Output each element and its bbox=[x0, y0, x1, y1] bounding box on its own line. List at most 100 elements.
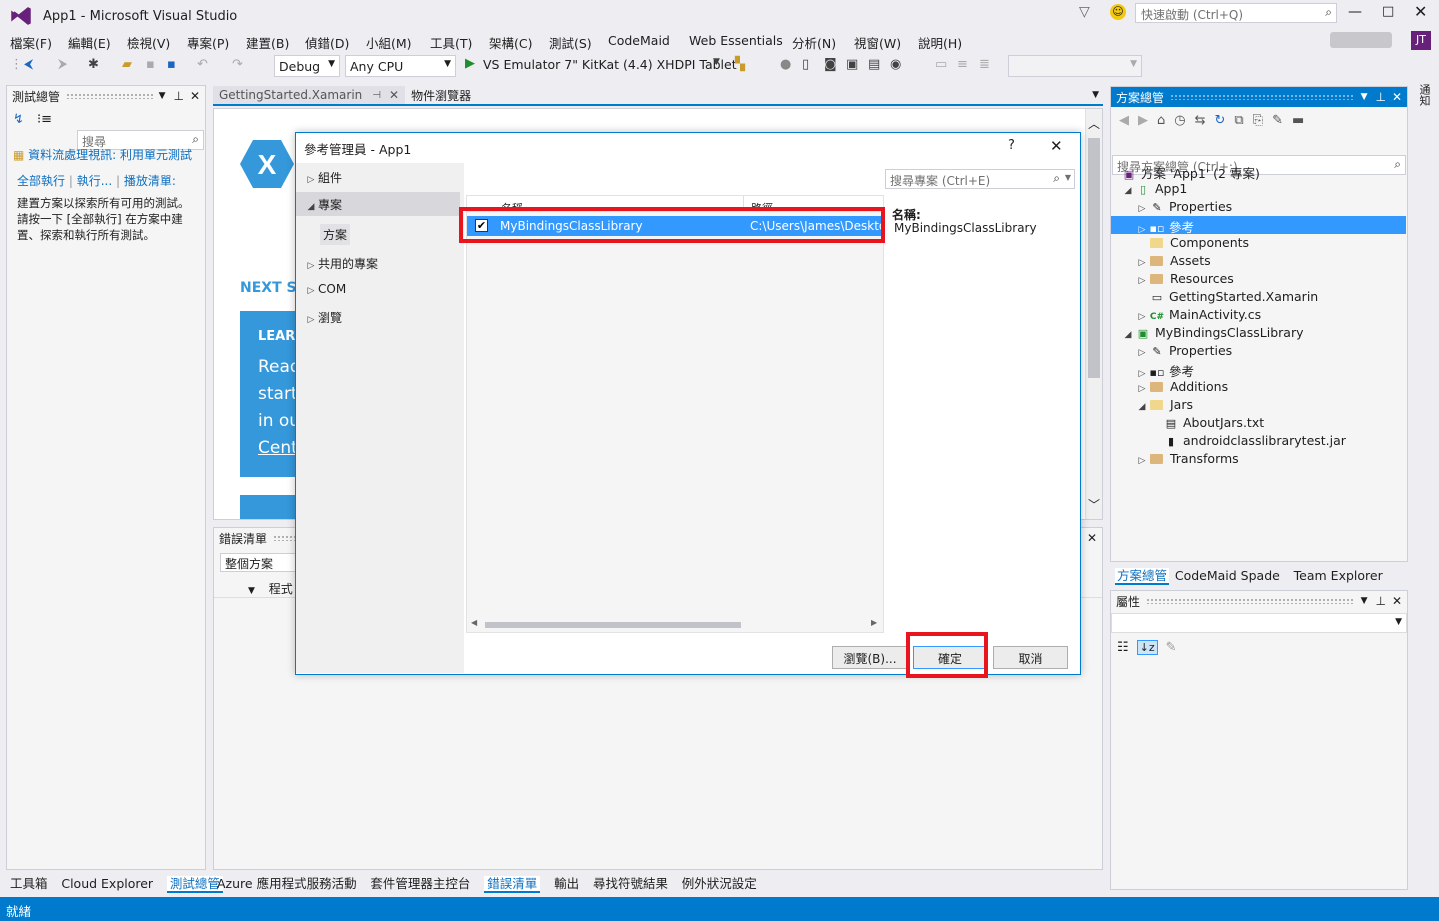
tree-properties[interactable]: ▷ ✎ Properties bbox=[1111, 198, 1406, 216]
properties-object-select[interactable]: ▼ bbox=[1111, 613, 1407, 633]
tree-solution[interactable]: ▣ 方案 'App1' (2 專案) bbox=[1111, 162, 1406, 181]
categorized-icon[interactable]: ☷ bbox=[1117, 640, 1129, 655]
tree-project-app1[interactable]: ◢ ▯ App1 bbox=[1111, 180, 1406, 198]
chevron-down-icon[interactable]: ﹀ bbox=[1086, 496, 1102, 513]
chevron-down-icon[interactable]: ▼ bbox=[1361, 596, 1368, 606]
find-combo[interactable]: ▼ bbox=[1008, 55, 1142, 77]
start-debug-icon[interactable]: ▶ bbox=[465, 56, 475, 71]
forward-icon[interactable]: ▶ bbox=[1138, 113, 1148, 128]
tab-output[interactable]: 輸出 bbox=[554, 876, 579, 891]
uncomment-icon[interactable]: ≡ bbox=[957, 57, 968, 72]
sdk-manager-icon[interactable]: ▤ bbox=[868, 57, 880, 72]
menu-analyze[interactable]: 分析(N) bbox=[792, 33, 836, 52]
tab-test-explorer[interactable]: 測試總管 bbox=[166, 876, 223, 893]
tree-aboutjars[interactable]: ▤ AboutJars.txt bbox=[1111, 414, 1406, 432]
dialog-close-button[interactable]: ✕ bbox=[1050, 137, 1063, 155]
tree-additions[interactable]: ▷ Additions bbox=[1111, 378, 1406, 396]
start-page-scrollbar[interactable]: ︿ ﹀ bbox=[1085, 109, 1102, 519]
nav-com[interactable]: ▷ COM bbox=[304, 282, 347, 296]
menu-build[interactable]: 建置(B) bbox=[246, 33, 289, 52]
terminal-icon[interactable]: ▣ bbox=[846, 57, 858, 72]
home-icon[interactable]: ⌂ bbox=[1157, 113, 1165, 128]
device-icon[interactable]: ▯ bbox=[802, 57, 809, 72]
nav-shared-projects[interactable]: ▷ 共用的專案 bbox=[304, 255, 378, 272]
nav-solution[interactable]: 方案 bbox=[320, 224, 351, 245]
redo-icon[interactable]: ↷ bbox=[232, 57, 243, 72]
tree-jars[interactable]: ◢ Jars bbox=[1111, 396, 1406, 414]
tree-properties-2[interactable]: ▷ ✎ Properties bbox=[1111, 342, 1406, 360]
menu-help[interactable]: 說明(H) bbox=[918, 33, 962, 52]
video-banner[interactable]: ▦ 資料流處理視訊: 利用單元測試 bbox=[13, 146, 203, 163]
tree-project-bindings[interactable]: ◢ ▣ MyBindingsClassLibrary bbox=[1111, 324, 1406, 342]
pin-icon[interactable]: ⊥ bbox=[1375, 594, 1385, 608]
scroll-right-icon[interactable]: ▶ bbox=[871, 618, 877, 627]
chevron-up-icon[interactable]: ︿ bbox=[1086, 115, 1102, 132]
save-icon[interactable]: ▪ bbox=[146, 57, 155, 72]
tree-mainactivity[interactable]: ▷ C# MainActivity.cs bbox=[1111, 306, 1406, 324]
tab-error-list[interactable]: 錯誤清單 bbox=[484, 876, 541, 893]
menu-codemaid[interactable]: CodeMaid bbox=[608, 33, 670, 48]
chevron-down-icon[interactable]: ▼ bbox=[1361, 92, 1368, 102]
dialog-search-input[interactable]: 搜尋專案 (Ctrl+E) ⌕ ▼ bbox=[885, 169, 1075, 189]
chevron-down-icon[interactable]: ▼ bbox=[1092, 90, 1099, 100]
tree-getting-started[interactable]: ▭ GettingStarted.Xamarin bbox=[1111, 288, 1406, 306]
playlist-link[interactable]: 播放清單: bbox=[124, 174, 176, 188]
tab-solution-explorer[interactable]: 方案總管 bbox=[1115, 568, 1170, 585]
run-all-link[interactable]: 全部執行 bbox=[17, 174, 65, 188]
close-button[interactable]: ✕ bbox=[1414, 2, 1427, 21]
nav-assemblies[interactable]: ▷ 組件 bbox=[304, 169, 342, 186]
comment-icon[interactable]: ▭ bbox=[935, 57, 947, 72]
undo-icon[interactable]: ↶ bbox=[197, 57, 208, 72]
refresh-icon[interactable]: ↯ bbox=[13, 112, 24, 127]
tree-resources[interactable]: ▷ Resources bbox=[1111, 270, 1406, 288]
close-icon[interactable]: ✕ bbox=[1087, 531, 1097, 545]
tree-references-2[interactable]: ▷ ▪▫ 參考 bbox=[1111, 360, 1406, 379]
scroll-thumb[interactable] bbox=[485, 622, 741, 628]
menu-web-essentials[interactable]: Web Essentials bbox=[689, 33, 783, 48]
menu-file[interactable]: 檔案(F) bbox=[10, 33, 52, 52]
notifications-tab[interactable]: 通知 bbox=[1414, 84, 1434, 109]
menu-debug[interactable]: 偵錯(D) bbox=[305, 33, 349, 52]
error-scope-select[interactable]: 整個方案 bbox=[220, 553, 300, 572]
tab-find-symbol[interactable]: 尋找符號結果 bbox=[593, 876, 668, 891]
tab-cloud-explorer[interactable]: Cloud Explorer bbox=[61, 876, 153, 891]
tab-team-explorer[interactable]: Team Explorer bbox=[1294, 568, 1383, 583]
solution-platform-select[interactable]: Any CPU ▼ bbox=[345, 55, 456, 77]
save-all-icon[interactable]: ▪ bbox=[167, 57, 176, 72]
nav-projects[interactable]: ◢ 專案 bbox=[296, 192, 460, 216]
close-icon[interactable]: ✕ bbox=[1392, 90, 1402, 104]
tree-assets[interactable]: ▷ Assets bbox=[1111, 252, 1406, 270]
back-icon[interactable]: ⮜ bbox=[24, 57, 33, 72]
group-by-icon[interactable]: ⁝≡ bbox=[37, 112, 52, 127]
tree-components[interactable]: Components bbox=[1111, 234, 1406, 252]
close-icon[interactable]: ✕ bbox=[190, 89, 200, 103]
refresh-icon[interactable]: ↻ bbox=[1215, 113, 1226, 128]
properties-wrench-icon[interactable]: ✎ bbox=[1272, 113, 1283, 128]
column-code[interactable]: 程式 bbox=[269, 582, 293, 596]
pin-icon[interactable]: ⊣ bbox=[372, 90, 381, 101]
tab-azure-activity[interactable]: Azure 應用程式服務活動 bbox=[217, 876, 357, 891]
tree-references-selected[interactable]: ▷ ▪▫ 參考 bbox=[1111, 216, 1406, 235]
collapse-all-icon[interactable]: ⧉ bbox=[1234, 113, 1243, 128]
scroll-left-icon[interactable]: ◀ bbox=[471, 618, 477, 627]
chevron-down-icon[interactable]: ▼ bbox=[159, 91, 166, 101]
history-icon[interactable]: ◷ bbox=[1174, 113, 1185, 128]
menu-test[interactable]: 測試(S) bbox=[549, 33, 592, 52]
menu-tools[interactable]: 工具(T) bbox=[430, 33, 472, 52]
tab-getting-started[interactable]: GettingStarted.Xamarin ⊣ ✕ bbox=[213, 86, 406, 104]
minus-icon[interactable]: ▬ bbox=[1292, 113, 1304, 128]
menu-edit[interactable]: 編輯(E) bbox=[68, 33, 111, 52]
browse-button[interactable]: 瀏覽(B)... bbox=[832, 646, 908, 669]
run-link[interactable]: 執行... bbox=[77, 174, 112, 188]
menu-window[interactable]: 視窗(W) bbox=[854, 33, 901, 52]
pin-icon[interactable]: ⊥ bbox=[1375, 90, 1385, 104]
tab-codemaid-spade[interactable]: CodeMaid Spade bbox=[1175, 568, 1280, 583]
scroll-thumb[interactable] bbox=[1088, 138, 1100, 378]
maximize-button[interactable]: □ bbox=[1382, 4, 1394, 19]
android-icon[interactable]: ◉ bbox=[890, 57, 901, 72]
menu-team[interactable]: 小組(M) bbox=[366, 33, 412, 52]
learn-card[interactable]: LEARN Read starte in ou Cente bbox=[240, 311, 308, 477]
chevron-down-icon[interactable]: ▼ bbox=[248, 586, 255, 596]
indent-icon[interactable]: ≣ bbox=[979, 57, 990, 72]
user-avatar[interactable]: JT bbox=[1411, 31, 1431, 50]
